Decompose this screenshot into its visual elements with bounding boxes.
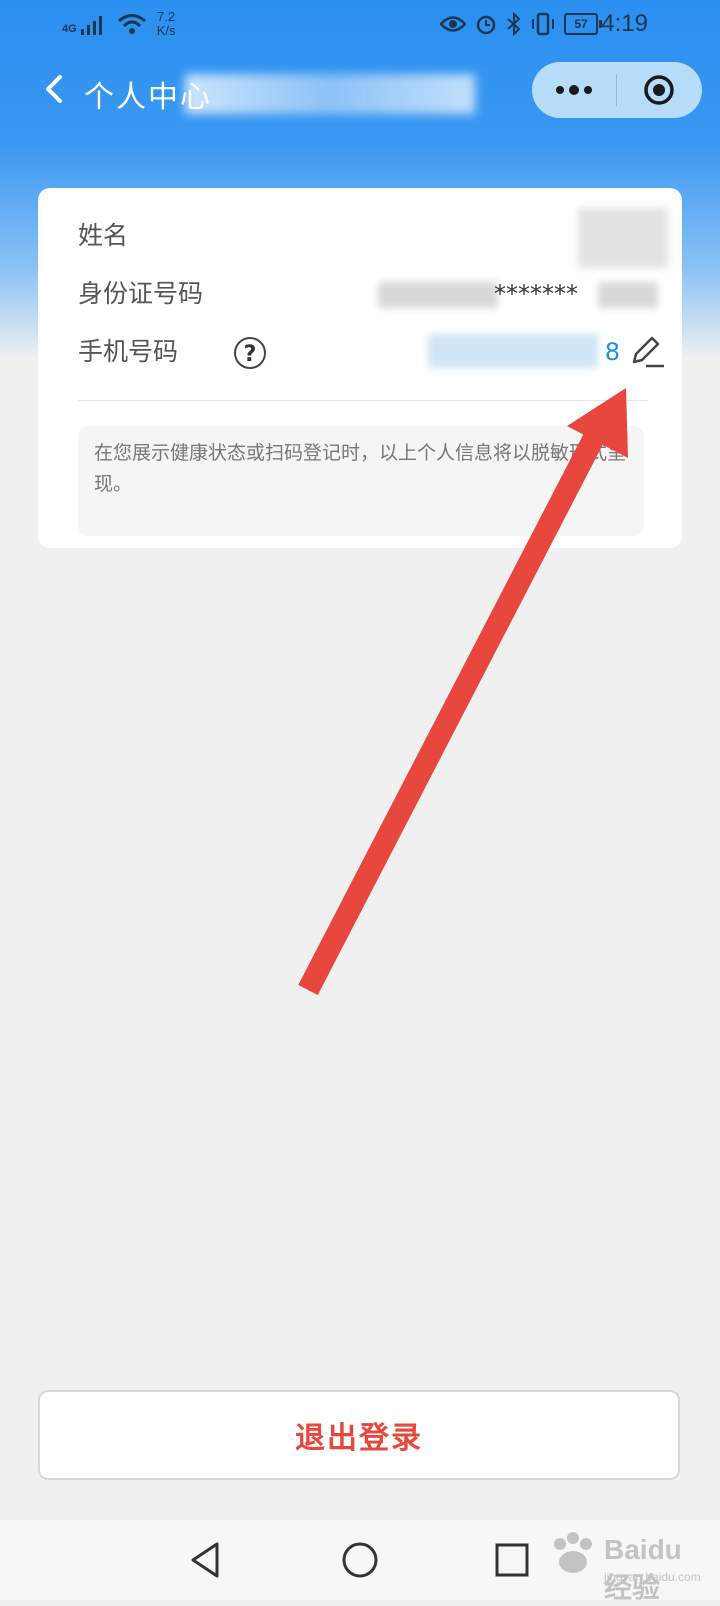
battery-icon: 57 [564, 13, 602, 35]
signal-icon: 4G [62, 13, 107, 35]
logout-button[interactable]: 退出登录 [38, 1390, 680, 1480]
triangle-back-icon[interactable] [183, 1536, 231, 1584]
signal-bars-icon [80, 16, 102, 35]
network-type: 4G [62, 23, 77, 35]
network-speed: 7.2 K/s [157, 10, 176, 38]
mini-program-capsule [532, 62, 702, 118]
question-circle-icon[interactable]: ? [234, 337, 266, 369]
card-divider [78, 400, 648, 401]
target-circle-icon [644, 75, 674, 105]
privacy-notice: 在您展示健康状态或扫码登记时，以上个人信息将以脱敏形式呈现。 [78, 426, 644, 536]
paw-logo-icon [554, 1532, 592, 1573]
speed-unit: K/s [156, 23, 176, 38]
square-recents-icon[interactable] [488, 1536, 536, 1584]
baidu-watermark: Baidu 经验 jingyan.baidu.com [546, 1528, 716, 1603]
vibrate-icon [532, 12, 554, 36]
more-button[interactable] [532, 62, 616, 118]
more-dots-icon [556, 85, 592, 95]
pencil-edit-icon[interactable] [626, 332, 666, 372]
logout-label: 退出登录 [295, 1421, 423, 1456]
redacted-id-prefix [378, 282, 498, 308]
status-left: 4G 7.2 K/s [62, 10, 175, 38]
name-row: 姓名 [78, 208, 668, 268]
redacted-phone [428, 334, 598, 368]
phone-row: 手机号码 ? 8 [78, 332, 664, 372]
status-bar: 4G 7.2 K/s 57 4:19 [0, 0, 720, 50]
chevron-left-icon[interactable] [38, 72, 72, 106]
eye-icon [440, 16, 466, 32]
bluetooth-icon [507, 12, 521, 36]
redacted-name [578, 208, 668, 268]
speed-value: 7.2 [157, 9, 176, 24]
alarm-icon [476, 15, 496, 35]
name-label: 姓名 [78, 221, 129, 250]
phone-value: 8 [604, 338, 620, 366]
redacted-title-area [185, 74, 475, 114]
nav-bar: 个人中心 [0, 58, 720, 124]
id-number-value: ******* [494, 280, 578, 308]
close-mini-program-button[interactable] [617, 62, 701, 118]
personal-info-card: 姓名 身份证号码 ******* 手机号码 ? 8 在您展示健康状态或扫码登记时… [38, 188, 682, 548]
id-number-label: 身份证号码 [78, 279, 204, 308]
status-right: 57 [440, 12, 602, 36]
circle-home-icon[interactable] [336, 1536, 384, 1584]
redacted-id-suffix [598, 282, 658, 308]
wifi-icon [117, 14, 146, 34]
clock: 4:19 [601, 10, 648, 37]
phone-label: 手机号码 [78, 337, 179, 366]
watermark-url: jingyan.baidu.com [604, 1570, 701, 1584]
id-number-row: 身份证号码 ******* [78, 274, 658, 314]
